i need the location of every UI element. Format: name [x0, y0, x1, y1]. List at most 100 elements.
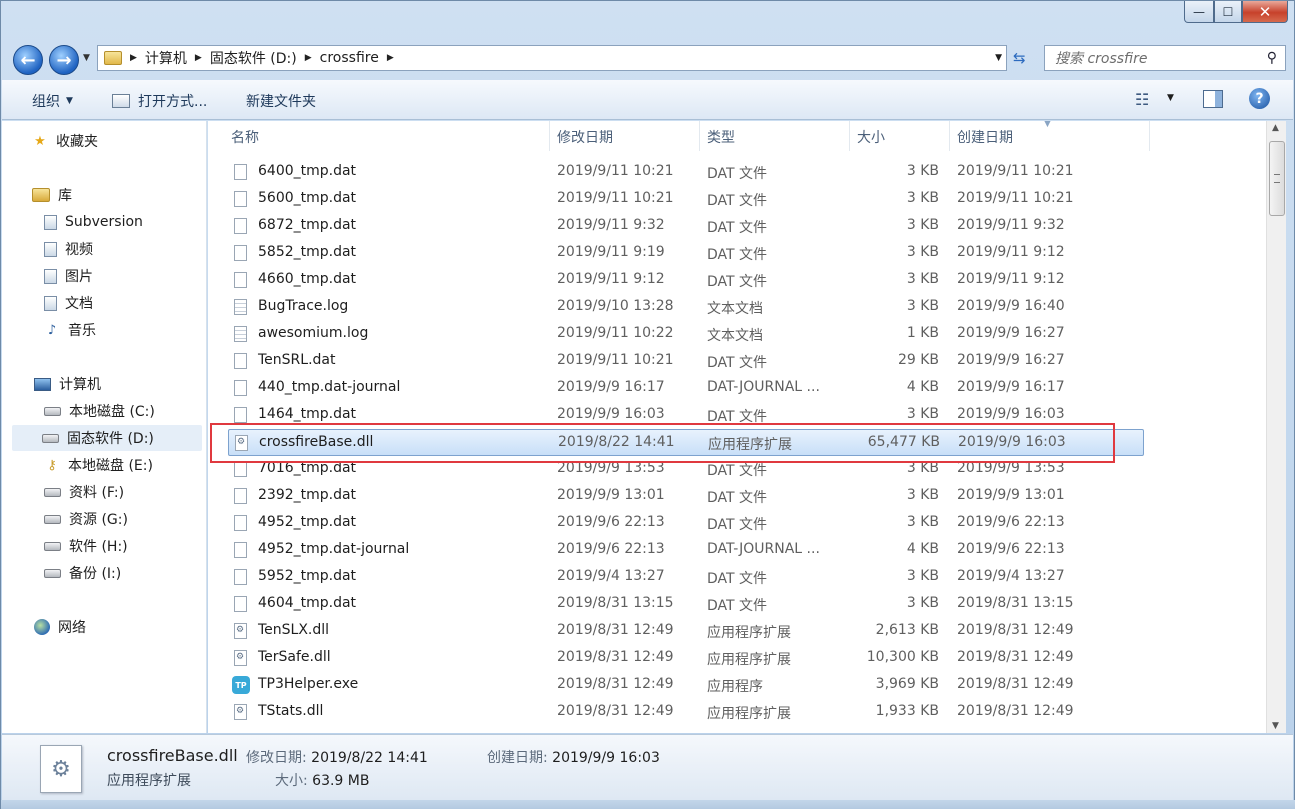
file-icon — [234, 380, 247, 396]
drive-icon — [44, 406, 61, 416]
column-header-size[interactable]: 大小 — [857, 127, 885, 147]
preview-pane-icon[interactable] — [1203, 90, 1223, 108]
table-row[interactable]: TStats.dll 2019/8/31 12:49 应用程序扩展 1,933 KB 2… — [228, 699, 1144, 726]
back-button[interactable]: ← — [13, 45, 43, 75]
table-row[interactable]: crossfireBase.dll 2019/8/22 14:41 应用程序扩展 65… — [228, 429, 1144, 456]
file-modified: 2019/9/11 10:21 — [557, 190, 674, 206]
file-size: 3 KB — [906, 514, 939, 530]
table-row[interactable]: BugTrace.log 2019/9/10 13:28 文本文档 3 KB 2019/… — [228, 294, 1144, 321]
nav-library-subversion[interactable]: Subversion — [44, 209, 143, 235]
close-button[interactable]: ✕ — [1242, 1, 1288, 23]
table-row[interactable]: 4952_tmp.dat 2019/9/6 22:13 DAT 文件 3 KB 2019… — [228, 510, 1144, 537]
column-header-modified[interactable]: 修改日期 — [557, 127, 613, 147]
scroll-thumb[interactable] — [1269, 141, 1285, 216]
details-created: 创建日期: 2019/9/9 16:03 — [487, 747, 660, 767]
drive-icon — [44, 568, 61, 578]
table-row[interactable]: TenSRL.dat 2019/9/11 10:21 DAT 文件 29 KB 2019… — [228, 348, 1144, 375]
table-row[interactable]: TenSLX.dll 2019/8/31 12:49 应用程序扩展 2,613 KB 2… — [228, 618, 1144, 645]
scroll-down-icon[interactable]: ▼ — [1272, 721, 1279, 731]
nav-drive-i[interactable]: 备份 (I:) — [44, 560, 121, 586]
minimize-button[interactable]: — — [1184, 1, 1214, 23]
column-divider[interactable] — [549, 121, 550, 151]
nav-drive-g[interactable]: 资源 (G:) — [44, 506, 128, 532]
file-created: 2019/9/6 22:13 — [957, 541, 1065, 557]
column-divider[interactable] — [949, 121, 950, 151]
title-bar[interactable]: — ☐ ✕ — [1, 1, 1294, 39]
nav-network-label: 网络 — [58, 620, 86, 636]
chevron-right-icon[interactable]: ▶ — [387, 53, 394, 63]
recent-pages-dropdown[interactable]: ▼ — [83, 53, 90, 63]
address-bar[interactable]: ▶ 计算机 ▶ 固态软件 (D:) ▶ crossfire ▶ ▼ — [97, 45, 1007, 71]
file-type: DAT 文件 — [707, 463, 768, 479]
table-row[interactable]: awesomium.log 2019/9/11 10:22 文本文档 1 KB 2019… — [228, 321, 1144, 348]
nav-library-documents[interactable]: 文档 — [44, 290, 93, 316]
help-icon[interactable]: ? — [1249, 88, 1270, 109]
table-row[interactable]: TerSafe.dll 2019/8/31 12:49 应用程序扩展 10,300 K… — [228, 645, 1144, 672]
search-input[interactable]: 搜索 crossfire ⚲ — [1044, 45, 1286, 71]
nav-drive-label: 本地磁盘 (C:) — [69, 404, 155, 420]
nav-favorites[interactable]: ★ 收藏夹 — [32, 128, 98, 154]
scroll-up-icon[interactable]: ▲ — [1272, 123, 1279, 133]
nav-library-music[interactable]: ♪ 音乐 — [44, 317, 96, 343]
nav-computer[interactable]: 计算机 — [34, 371, 101, 397]
details-file-name: crossfireBase.dll — [107, 746, 238, 765]
file-created: 2019/9/11 9:12 — [957, 244, 1065, 260]
column-header-type[interactable]: 类型 — [707, 127, 735, 147]
new-folder-button[interactable]: 新建文件夹 — [246, 91, 316, 111]
table-row[interactable]: 5952_tmp.dat 2019/9/4 13:27 DAT 文件 3 KB 2019… — [228, 564, 1144, 591]
address-dropdown-icon[interactable]: ▼ — [995, 53, 1002, 63]
nav-network[interactable]: 网络 — [34, 614, 86, 640]
nav-libraries[interactable]: 库 — [32, 182, 72, 208]
refresh-icon[interactable]: ⇆ — [1013, 49, 1026, 67]
music-icon: ♪ — [47, 322, 57, 338]
table-row[interactable]: 7016_tmp.dat 2019/9/9 13:53 DAT 文件 3 KB 2019… — [228, 456, 1144, 483]
table-row[interactable]: 1464_tmp.dat 2019/9/9 16:03 DAT 文件 3 KB 2019… — [228, 402, 1144, 429]
organize-button[interactable]: 组织 ▼ — [32, 91, 73, 111]
table-row[interactable]: 4660_tmp.dat 2019/9/11 9:12 DAT 文件 3 KB 2019… — [228, 267, 1144, 294]
column-divider[interactable] — [849, 121, 850, 151]
table-row[interactable]: 4952_tmp.dat-journal 2019/9/6 22:13 DAT-JO… — [228, 537, 1144, 564]
column-header-name[interactable]: 名称 — [231, 127, 259, 147]
file-size: 3 KB — [906, 568, 939, 584]
file-modified: 2019/8/31 12:49 — [557, 703, 674, 719]
table-row[interactable]: 440_tmp.dat-journal 2019/9/9 16:17 DAT-JOU… — [228, 375, 1144, 402]
file-created: 2019/9/9 16:27 — [957, 352, 1065, 368]
column-divider[interactable] — [1149, 121, 1150, 151]
forward-button[interactable]: → — [49, 45, 79, 75]
chevron-right-icon[interactable]: ▶ — [305, 53, 312, 63]
file-modified: 2019/8/31 13:15 — [557, 595, 674, 611]
nav-drive-c[interactable]: 本地磁盘 (C:) — [44, 398, 155, 424]
table-row[interactable]: 5852_tmp.dat 2019/9/11 9:19 DAT 文件 3 KB 2019… — [228, 240, 1144, 267]
view-options-icon[interactable]: ☷ — [1135, 90, 1149, 109]
maximize-button[interactable]: ☐ — [1214, 1, 1242, 23]
file-type: DAT 文件 — [707, 220, 768, 236]
nav-library-videos[interactable]: 视频 — [44, 236, 93, 262]
table-row[interactable]: 2392_tmp.dat 2019/9/9 13:01 DAT 文件 3 KB 2019… — [228, 483, 1144, 510]
view-dropdown-icon[interactable]: ▼ — [1167, 93, 1174, 103]
table-row[interactable]: 5600_tmp.dat 2019/9/11 10:21 DAT 文件 3 KB 201… — [228, 186, 1144, 213]
table-row[interactable]: 6872_tmp.dat 2019/9/11 9:32 DAT 文件 3 KB 2019… — [228, 213, 1144, 240]
column-header-created[interactable]: 创建日期 — [957, 127, 1013, 147]
details-modified: 修改日期: 2019/8/22 14:41 — [246, 747, 428, 767]
column-divider[interactable] — [699, 121, 700, 151]
open-with-button[interactable]: 打开方式... — [112, 91, 207, 111]
chevron-right-icon[interactable]: ▶ — [195, 53, 202, 63]
nav-drive-d[interactable]: 固态软件 (D:) — [12, 425, 202, 451]
nav-drive-label: 本地磁盘 (E:) — [68, 458, 153, 474]
file-icon — [234, 569, 247, 585]
breadcrumb-crossfire[interactable]: crossfire — [320, 50, 379, 66]
breadcrumb-computer[interactable]: 计算机 — [145, 48, 187, 68]
nav-drive-e[interactable]: ⚷ 本地磁盘 (E:) — [44, 452, 153, 478]
nav-drive-h[interactable]: 软件 (H:) — [44, 533, 128, 559]
file-list: 名称 修改日期 类型 大小 创建日期 ▼ 6400_tmp.dat 2019/9/… — [208, 121, 1266, 733]
breadcrumb-drive-d[interactable]: 固态软件 (D:) — [210, 48, 297, 68]
nav-library-label: 图片 — [65, 269, 93, 285]
vertical-scrollbar[interactable]: ▲ ▼ — [1266, 121, 1286, 733]
nav-drive-f[interactable]: 资料 (F:) — [44, 479, 124, 505]
search-icon[interactable]: ⚲ — [1267, 50, 1277, 66]
table-row[interactable]: TP TP3Helper.exe 2019/8/31 12:49 应用程序 3,969 … — [228, 672, 1144, 699]
chevron-right-icon[interactable]: ▶ — [130, 53, 137, 63]
table-row[interactable]: 4604_tmp.dat 2019/8/31 13:15 DAT 文件 3 KB 201… — [228, 591, 1144, 618]
table-row[interactable]: 6400_tmp.dat 2019/9/11 10:21 DAT 文件 3 KB 201… — [228, 159, 1144, 186]
nav-library-pictures[interactable]: 图片 — [44, 263, 93, 289]
